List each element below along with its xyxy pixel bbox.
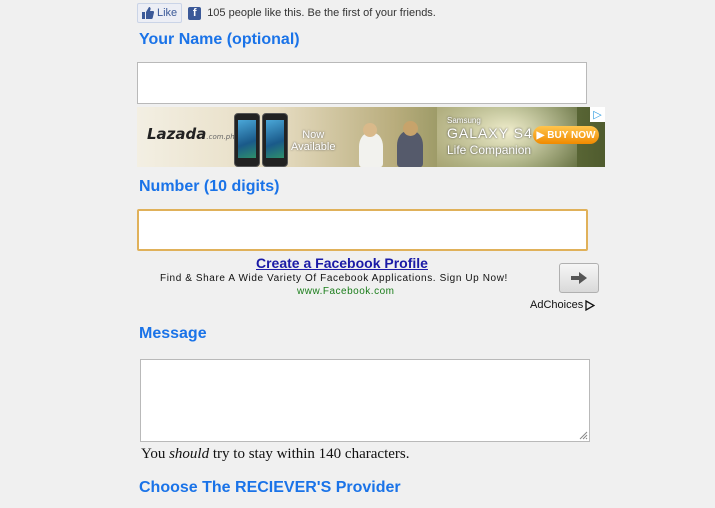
life-companion-label: Life Companion	[447, 143, 532, 157]
facebook-like-bar: Like f 105 people like this. Be the firs…	[137, 3, 436, 23]
note-before: You	[141, 446, 170, 462]
ad-description: Find & Share A Wide Variety Of Facebook …	[160, 273, 508, 284]
note-emphasis: should	[169, 446, 210, 462]
galaxy-s4-label: GALAXY S4	[447, 125, 533, 141]
ad-url[interactable]: www.Facebook.com	[297, 286, 394, 297]
buy-now-button[interactable]: ▶ BUY NOW	[533, 126, 599, 144]
name-input[interactable]	[138, 63, 586, 103]
character-limit-note: You should try to stay within 140 charac…	[141, 446, 409, 463]
samsung-label: Samsung	[447, 116, 481, 125]
phone-image-left	[234, 113, 260, 167]
ad-go-button[interactable]	[559, 263, 599, 293]
children-photo	[349, 117, 439, 167]
lazada-brand: Lazada	[147, 125, 207, 143]
message-textarea[interactable]	[141, 360, 589, 441]
facebook-f-icon: f	[188, 6, 202, 20]
message-label: Message	[139, 325, 207, 342]
now-line-1: Now	[302, 129, 325, 141]
like-count-text: 105 people like this. Be the first of yo…	[207, 7, 436, 19]
number-label: Number (10 digits)	[139, 178, 280, 195]
phone-image-right	[262, 113, 288, 167]
thumbs-up-icon	[142, 7, 154, 19]
name-label: Your Name (optional)	[139, 31, 300, 48]
now-line-2: Available	[291, 141, 336, 153]
number-input[interactable]	[139, 211, 586, 249]
now-available-text: Now Available	[291, 129, 335, 153]
lazada-logo: Lazada.com.ph	[147, 125, 235, 143]
lazada-domain: .com.ph	[206, 133, 235, 141]
message-field-box	[140, 359, 590, 442]
number-field-box	[137, 209, 588, 251]
arrow-right-icon	[571, 272, 587, 284]
like-button[interactable]: Like	[137, 3, 183, 23]
adchoices-label: AdChoices	[530, 299, 584, 311]
ad-title-link[interactable]: Create a Facebook Profile	[256, 255, 428, 271]
note-after: try to stay within 140 characters.	[209, 446, 410, 462]
like-button-label: Like	[157, 7, 178, 19]
name-field-box	[137, 62, 587, 104]
resize-grip-icon[interactable]	[579, 431, 588, 440]
adchoices-triangle-icon[interactable]: ▷	[590, 107, 605, 122]
buy-now-arrow-icon: ▶	[536, 129, 545, 141]
provider-label: Choose The RECIEVER'S Provider	[139, 479, 401, 496]
adchoices-triangle-icon	[585, 299, 596, 311]
buy-now-label: BUY NOW	[547, 129, 596, 141]
banner-ad[interactable]: Lazada.com.ph Now Available Samsung GALA…	[137, 107, 605, 167]
adchoices-link[interactable]: AdChoices	[530, 299, 596, 311]
